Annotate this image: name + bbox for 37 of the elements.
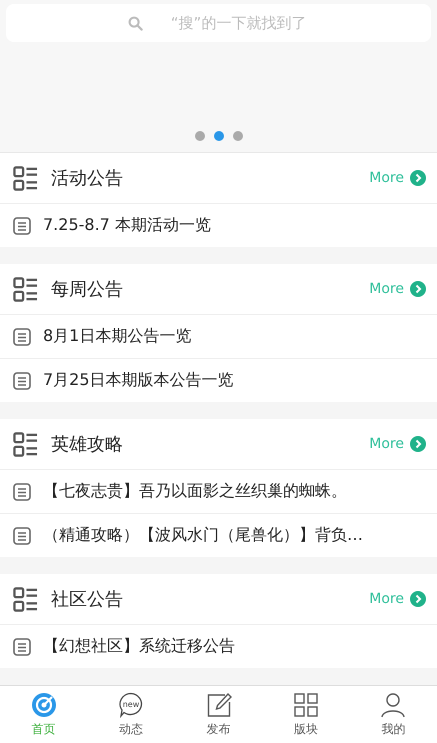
page-dot[interactable] (194, 131, 204, 142)
section-title: 英雄攻略 (51, 433, 124, 456)
nav-tab[interactable]: 发布 (174, 686, 262, 743)
announcement-item[interactable]: 7月25日本期版本公告一览 (0, 359, 437, 402)
target-icon (30, 692, 57, 718)
document-icon (13, 328, 31, 346)
document-icon (13, 372, 31, 390)
chevron-right-icon[interactable] (410, 436, 426, 452)
document-icon (13, 638, 31, 656)
user-icon (380, 692, 406, 718)
page-dot[interactable] (214, 131, 224, 142)
section-title: 社区公告 (51, 588, 124, 612)
chevron-right-icon[interactable] (410, 281, 426, 298)
announcement-item[interactable]: 8月1日本期公告一览 (0, 315, 437, 360)
section-title: 每周公告 (51, 278, 124, 302)
search-field[interactable]: “搜”的一下就找到了 (6, 4, 431, 42)
section-title: 活动公告 (51, 167, 124, 190)
list-icon (13, 166, 38, 191)
announcement-item[interactable]: （精通攻略）【波风水门（尾兽化）】背负… (0, 514, 437, 558)
list-icon (13, 586, 38, 612)
announcement-item[interactable]: 【七夜志贵】吾乃以面影之丝织巢的蜘蛛。 (0, 470, 437, 514)
document-icon (13, 526, 31, 545)
nav-tab[interactable]: 版块 (262, 686, 350, 743)
announcement-item[interactable]: 【幻想社区】系统迁移公告 (0, 625, 437, 668)
grid-icon (292, 692, 319, 718)
new-bubble-icon: new (118, 692, 144, 718)
list-icon (13, 276, 38, 302)
nav-tab[interactable]: new 动态 (87, 686, 175, 743)
page-dot[interactable] (232, 131, 242, 142)
nav-tab[interactable]: 我的 (350, 686, 437, 743)
edit-icon (206, 692, 232, 718)
announcement-item[interactable]: 7.25-8.7 本期活动一览 (0, 204, 437, 248)
list-icon (13, 432, 38, 457)
document-icon (13, 482, 31, 501)
chevron-right-icon[interactable] (410, 591, 426, 608)
chevron-right-icon[interactable] (410, 170, 426, 186)
document-icon (13, 216, 31, 235)
